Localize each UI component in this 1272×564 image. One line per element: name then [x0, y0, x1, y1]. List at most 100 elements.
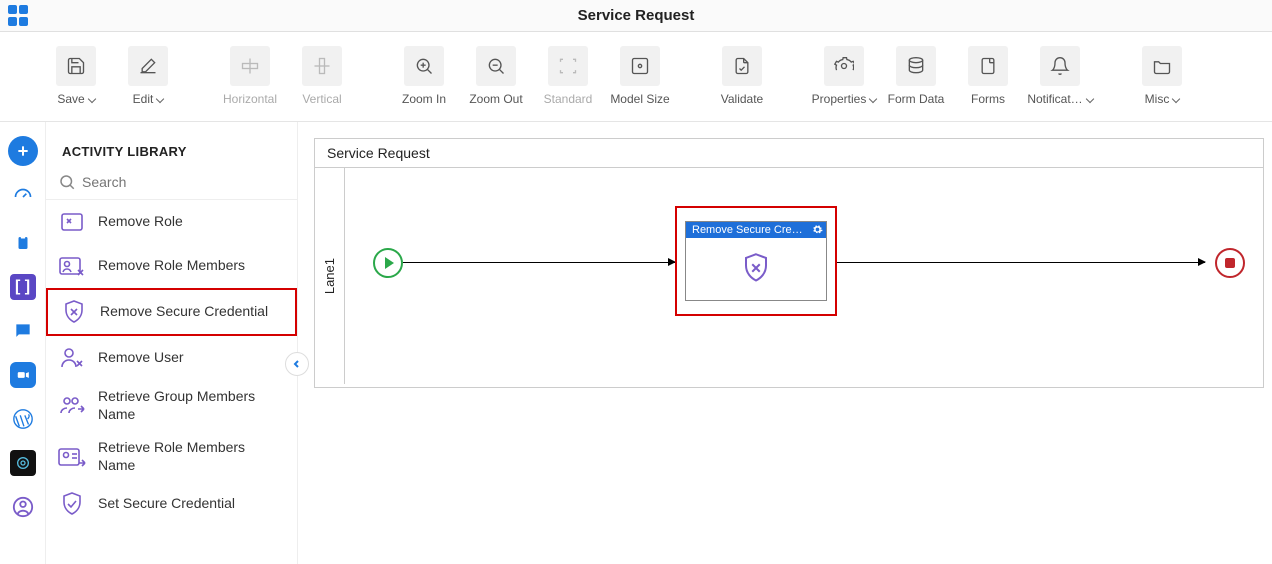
formdata-button[interactable]: Form Data — [880, 42, 952, 106]
connector-activity-to-end[interactable] — [837, 262, 1205, 263]
chevron-down-icon — [1172, 94, 1180, 102]
validate-button[interactable]: Validate — [706, 42, 778, 106]
rail-target-button[interactable] — [10, 450, 36, 476]
activity-label: Remove User — [98, 349, 184, 367]
diagram-title: Service Request — [315, 139, 1263, 168]
properties-label: Properties — [812, 92, 867, 106]
clipboard-icon — [14, 234, 32, 252]
rail-wordpress-button[interactable] — [8, 404, 38, 434]
chevron-left-icon — [292, 359, 302, 369]
vertical-button[interactable]: Vertical — [286, 42, 358, 106]
misc-label: Misc — [1145, 92, 1170, 106]
gear-icon — [834, 56, 854, 76]
canvas[interactable]: Service Request Lane1 Remove Secure Cred… — [298, 122, 1272, 564]
activity-item-remove-secure-credential[interactable]: Remove Secure Credential — [46, 288, 297, 336]
target-icon — [15, 455, 31, 471]
rail-add-button[interactable] — [8, 136, 38, 166]
document-icon — [978, 56, 998, 76]
remove-secure-credential-node[interactable]: Remove Secure Creden... — [685, 221, 827, 301]
activity-item-retrieve-role-members[interactable]: Retrieve Role Members Name — [46, 431, 297, 482]
formdata-label: Form Data — [888, 92, 945, 106]
end-node[interactable] — [1215, 248, 1245, 278]
notifications-label: Notificat… — [1027, 92, 1082, 106]
pencil-icon — [138, 56, 158, 76]
activity-label: Retrieve Role Members Name — [98, 439, 285, 474]
misc-button[interactable]: Misc — [1126, 42, 1198, 106]
folder-icon — [1152, 56, 1172, 76]
chat-icon — [13, 321, 33, 341]
gauge-icon — [13, 187, 33, 207]
zoom-out-icon — [486, 56, 506, 76]
edit-label: Edit — [133, 92, 154, 106]
rail-brackets-button[interactable]: [ ] — [10, 274, 36, 300]
left-rail: [ ] — [0, 122, 46, 564]
zoom-in-icon — [414, 56, 434, 76]
modelsize-button[interactable]: Model Size — [604, 42, 676, 106]
user-circle-icon — [12, 496, 34, 518]
zoomout-button[interactable]: Zoom Out — [460, 42, 532, 106]
connector-start-to-activity[interactable] — [403, 262, 675, 263]
activity-list[interactable]: Remove Role Remove Role Members Remove S… — [46, 200, 297, 564]
search-input[interactable] — [82, 174, 285, 190]
chevron-down-icon — [1085, 94, 1093, 102]
collapse-sidebar-button[interactable] — [285, 352, 309, 376]
video-icon — [16, 368, 30, 382]
id-arrow-icon — [58, 446, 86, 468]
activity-label: Set Secure Credential — [98, 495, 235, 513]
horizontal-label: Horizontal — [223, 92, 277, 106]
sidebar-title: ACTIVITY LIBRARY — [46, 122, 297, 169]
toolbar: Save Edit Horizontal Vertical Zoom In Zo… — [0, 32, 1272, 122]
chevron-down-icon — [87, 94, 95, 102]
activity-item-retrieve-group-members[interactable]: Retrieve Group Members Name — [46, 380, 297, 431]
rail-user-button[interactable] — [8, 492, 38, 522]
activity-item-remove-user[interactable]: Remove User — [46, 336, 297, 380]
rail-clipboard-button[interactable] — [8, 228, 38, 258]
rail-gauge-button[interactable] — [8, 182, 38, 212]
zoomin-button[interactable]: Zoom In — [388, 42, 460, 106]
plus-icon — [15, 143, 31, 159]
members-x-icon — [59, 255, 85, 277]
rail-video-button[interactable] — [10, 362, 36, 388]
start-node[interactable] — [373, 248, 403, 278]
rail-chat-button[interactable] — [8, 316, 38, 346]
validate-icon — [732, 56, 752, 76]
chevron-down-icon — [156, 94, 164, 102]
modelsize-label: Model Size — [610, 92, 669, 106]
activity-label: Retrieve Group Members Name — [98, 388, 285, 423]
standard-button[interactable]: Standard — [532, 42, 604, 106]
lane-label: Lane1 — [322, 258, 337, 294]
process-diagram[interactable]: Service Request Lane1 Remove Secure Cred… — [314, 138, 1264, 388]
zoomout-label: Zoom Out — [469, 92, 522, 106]
horizontal-button[interactable]: Horizontal — [214, 42, 286, 106]
vertical-label: Vertical — [302, 92, 341, 106]
forms-button[interactable]: Forms — [952, 42, 1024, 106]
group-arrow-icon — [58, 395, 86, 417]
activity-label: Remove Secure Credential — [100, 303, 268, 321]
activity-item-set-secure-credential[interactable]: Set Secure Credential — [46, 482, 297, 526]
search-row — [46, 169, 297, 200]
top-header: Service Request — [0, 0, 1272, 32]
id-x-icon — [60, 211, 84, 233]
properties-button[interactable]: Properties — [808, 42, 880, 106]
shield-x-icon — [741, 251, 771, 285]
notifications-button[interactable]: Notificat… — [1024, 42, 1096, 106]
lane-body[interactable]: Remove Secure Creden... — [345, 168, 1263, 384]
activity-item-remove-role[interactable]: Remove Role — [46, 200, 297, 244]
activity-item-remove-role-members[interactable]: Remove Role Members — [46, 244, 297, 288]
edit-button[interactable]: Edit — [112, 42, 184, 106]
apps-grid-icon[interactable] — [8, 5, 30, 27]
chevron-down-icon — [869, 94, 877, 102]
database-icon — [906, 56, 926, 76]
save-button[interactable]: Save — [40, 42, 112, 106]
gear-icon[interactable] — [812, 224, 823, 238]
validate-label: Validate — [721, 92, 763, 106]
model-size-icon — [630, 56, 650, 76]
standard-zoom-icon — [558, 56, 578, 76]
search-icon — [58, 173, 76, 191]
shield-check-icon — [60, 491, 84, 517]
vertical-align-icon — [312, 56, 332, 76]
wordpress-icon — [12, 408, 34, 430]
main-area: [ ] ACTIVITY LIBRARY Remove Role — [0, 122, 1272, 564]
activity-library-sidebar: ACTIVITY LIBRARY Remove Role Remove Role… — [46, 122, 298, 564]
activity-node-selection: Remove Secure Creden... — [675, 206, 837, 316]
